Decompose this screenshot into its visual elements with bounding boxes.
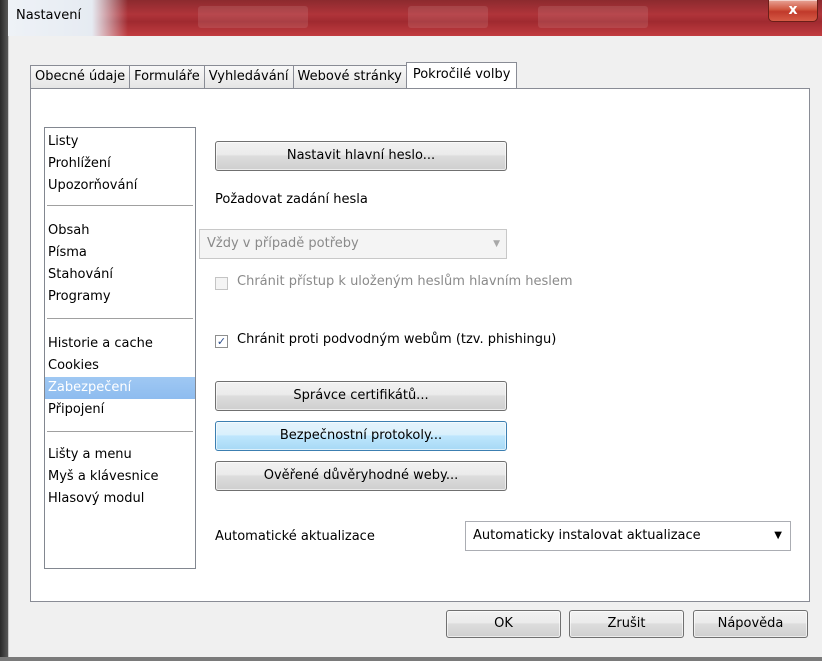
nav-item-toolbars-menus[interactable]: Lišty a menu [45,444,195,466]
nav-group: Listy Prohlížení Upozorňování [45,131,195,197]
nav-item-downloads[interactable]: Stahování [45,264,195,286]
phishing-protection-label: Chránit proti podvodným webům (tzv. phis… [237,332,557,347]
category-list[interactable]: Listy Prohlížení Upozorňování Obsah Písm… [44,127,196,569]
settings-dialog: Nastavení x Obecné údaje Formuláře Vyhle… [8,0,822,657]
nav-item-browsing[interactable]: Prohlížení [45,153,195,175]
nav-group: Lišty a menu Myš a klávesnice Hlasový mo… [45,444,195,510]
help-button[interactable]: Nápověda [693,610,808,638]
certificate-manager-button[interactable]: Správce certifikátů... [215,381,507,411]
cancel-button[interactable]: Zrušit [569,610,684,638]
nav-item-content[interactable]: Obsah [45,220,195,242]
nav-divider [47,318,193,319]
phishing-protection-checkbox[interactable]: ✓ [215,335,228,348]
close-button[interactable]: x [768,0,818,22]
window-title: Nastavení [16,8,82,23]
set-master-password-button[interactable]: Nastavit hlavní heslo... [215,141,507,171]
nav-group: Obsah Písma Stahování Programy [45,220,195,308]
auto-updates-value: Automaticky instalovat aktualizace [473,528,701,543]
nav-item-mouse-keyboard[interactable]: Myš a klávesnice [45,466,195,488]
auto-updates-select[interactable]: Automaticky instalovat aktualizace ▼ [465,521,791,551]
checkmark-icon: ✓ [216,335,227,348]
protect-saved-passwords-checkbox[interactable] [215,277,228,290]
chevron-down-icon: ▼ [774,530,782,541]
nav-item-programs[interactable]: Programy [45,286,195,308]
nav-item-notifications[interactable]: Upozorňování [45,175,195,197]
nav-divider [47,431,193,432]
advanced-panel: Listy Prohlížení Upozorňování Obsah Písm… [30,88,810,602]
nav-item-cookies[interactable]: Cookies [45,355,195,377]
screen-edge [0,657,822,661]
screen-edge [0,0,8,661]
require-password-select[interactable]: Vždy v případě potřeby ▼ [199,229,507,259]
auto-updates-label: Automatické aktualizace [215,529,375,544]
nav-item-voice-module[interactable]: Hlasový modul [45,488,195,510]
titlebar-glow [198,6,308,28]
tab-search[interactable]: Vyhledávání [203,65,294,88]
tab-general[interactable]: Obecné údaje [30,65,131,88]
nav-item-security[interactable]: Zabezpečení [45,377,195,399]
tab-advanced[interactable]: Pokročilé volby [405,62,518,88]
nav-item-tabs[interactable]: Listy [45,131,195,153]
dialog-client: Obecné údaje Formuláře Vyhledávání Webov… [8,36,822,657]
chevron-down-icon: ▼ [493,239,500,249]
tab-strip: Obecné údaje Formuláře Vyhledávání Webov… [30,62,518,88]
nav-item-history-cache[interactable]: Historie a cache [45,333,195,355]
title-bar: Nastavení x [8,0,822,36]
ok-button[interactable]: OK [446,610,561,638]
titlebar-glow [408,6,488,28]
tab-forms[interactable]: Formuláře [129,65,205,88]
require-password-label: Požadovat zadání hesla [215,192,368,207]
close-icon: x [788,2,798,18]
nav-group: Historie a cache Cookies Zabezpečení Při… [45,333,195,421]
protect-saved-passwords-label: Chránit přístup k uloženým heslům hlavní… [237,274,573,289]
require-password-value: Vždy v případě potřeby [207,236,359,251]
nav-item-connection[interactable]: Připojení [45,399,195,421]
nav-item-fonts[interactable]: Písma [45,242,195,264]
nav-divider [47,205,193,206]
security-protocols-button[interactable]: Bezpečnostní protokoly... [215,421,507,451]
tab-web-pages[interactable]: Webové stránky [292,65,407,88]
trusted-sites-button[interactable]: Ověřené důvěryhodné weby... [215,461,507,491]
titlebar-glow [538,6,648,28]
